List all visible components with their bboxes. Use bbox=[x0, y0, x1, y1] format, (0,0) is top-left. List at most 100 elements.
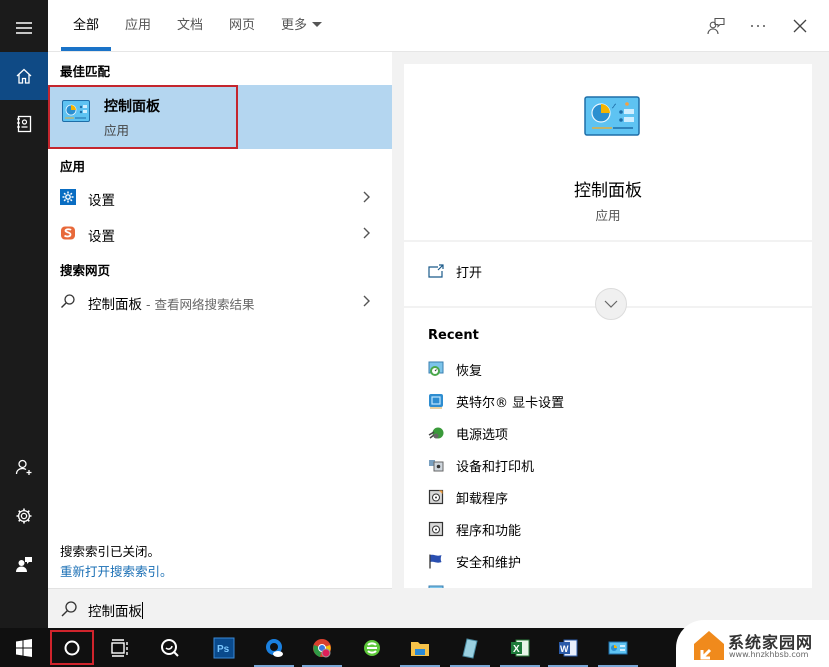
menu-button[interactable] bbox=[0, 4, 48, 52]
control-panel-icon bbox=[608, 641, 628, 654]
index-off-message: 搜索索引已关闭。 bbox=[60, 544, 161, 559]
control-panel-icon bbox=[428, 585, 444, 588]
gear-icon bbox=[16, 508, 32, 524]
qq-browser-icon bbox=[266, 638, 283, 657]
sogou-input-icon bbox=[61, 226, 75, 240]
highlight-box bbox=[48, 85, 238, 149]
intel-graphics-icon bbox=[429, 394, 443, 409]
search-app-icon bbox=[161, 638, 179, 657]
feedback-icon bbox=[707, 17, 725, 35]
uninstall-program-icon bbox=[428, 489, 444, 505]
taskbar-notepad[interactable] bbox=[446, 628, 494, 667]
house-logo-icon bbox=[694, 631, 724, 660]
search-icon bbox=[61, 294, 75, 308]
feedback-button[interactable] bbox=[0, 540, 48, 588]
app-result-settings[interactable]: 设置 bbox=[48, 180, 392, 216]
svg-text:X: X bbox=[513, 644, 520, 655]
apps-header: 应用 bbox=[60, 159, 86, 174]
close-button[interactable] bbox=[788, 14, 812, 38]
ie-browser-icon bbox=[364, 639, 380, 656]
web-search-header: 搜索网页 bbox=[60, 263, 111, 278]
feedback-top-button[interactable] bbox=[704, 14, 728, 38]
svg-text:Ps: Ps bbox=[217, 644, 230, 655]
cortana-search-icon bbox=[64, 640, 80, 655]
taskbar-ie-browser[interactable] bbox=[348, 628, 396, 667]
tab-more[interactable]: 更多 bbox=[281, 14, 323, 36]
taskbar-chrome[interactable] bbox=[298, 628, 346, 667]
word-icon: W bbox=[559, 639, 578, 656]
app-type: 应用 bbox=[595, 208, 621, 223]
settings-gear-icon bbox=[60, 189, 76, 205]
taskbar-excel[interactable]: X bbox=[496, 628, 544, 667]
more-options-icon bbox=[751, 25, 765, 27]
control-panel-icon bbox=[584, 96, 640, 136]
active-tab-indicator bbox=[61, 47, 111, 51]
tab-apps[interactable]: 应用 bbox=[125, 14, 151, 36]
web-result-item[interactable]: 控制面板 - 查看网络搜索结果 bbox=[48, 284, 392, 320]
chevron-right-icon[interactable] bbox=[362, 226, 372, 240]
add-account-button[interactable] bbox=[0, 443, 48, 491]
chrome-icon bbox=[313, 638, 331, 657]
detail-panel: 控制面板 应用 打开 Recent 恢复 英特尔® 显卡设置 电源选项 设备和打… bbox=[392, 52, 829, 628]
results-list: 最佳匹配 控制面板 应用 应用 设置 设置 搜索网页 控制面板 - 查看网络搜索… bbox=[48, 52, 392, 588]
chevron-down-icon bbox=[604, 300, 618, 308]
home-icon bbox=[16, 68, 32, 84]
app-result-label: 设置 bbox=[88, 193, 115, 209]
menu-icon bbox=[16, 22, 32, 34]
left-rail bbox=[0, 0, 48, 628]
watermark-url: www.hnzkhbsb.com bbox=[729, 650, 809, 659]
file-explorer-icon bbox=[411, 641, 429, 656]
chevron-right-icon[interactable] bbox=[362, 190, 372, 204]
app-result-sogou-settings[interactable]: 设置 bbox=[48, 216, 392, 252]
recent-card: Recent 恢复 英特尔® 显卡设置 电源选项 设备和打印机 卸载程序 程序和… bbox=[404, 308, 812, 588]
app-result-label: 设置 bbox=[88, 229, 115, 245]
programs-features-icon bbox=[428, 521, 444, 537]
svg-text:W: W bbox=[560, 644, 569, 654]
expand-button[interactable] bbox=[595, 288, 627, 320]
app-title: 控制面板 bbox=[574, 181, 642, 201]
devices-printers-icon bbox=[429, 460, 444, 472]
photoshop-icon: Ps bbox=[213, 637, 235, 658]
open-icon bbox=[428, 264, 444, 278]
task-view-icon bbox=[111, 638, 128, 657]
taskbar-control-panel[interactable] bbox=[594, 628, 642, 667]
reopen-index-link[interactable]: 重新打开搜索索引。 bbox=[60, 561, 173, 580]
security-maintenance-icon bbox=[429, 554, 442, 569]
search-box[interactable]: 控制面板 bbox=[48, 588, 392, 628]
chevron-right-icon[interactable] bbox=[362, 294, 372, 308]
tab-documents[interactable]: 文档 bbox=[177, 14, 203, 36]
add-user-icon bbox=[15, 459, 32, 475]
close-icon bbox=[793, 19, 807, 33]
start-button[interactable] bbox=[0, 628, 48, 667]
notepad-icon bbox=[462, 637, 478, 659]
power-options-icon bbox=[428, 427, 444, 439]
task-view-button[interactable] bbox=[96, 628, 144, 667]
site-watermark: 系统家园网 www.hnzkhbsb.com bbox=[676, 620, 829, 667]
taskbar-photoshop[interactable]: Ps bbox=[200, 628, 248, 667]
more-options-button[interactable] bbox=[746, 14, 770, 38]
web-result-label: 控制面板 - 查看网络搜索结果 bbox=[88, 297, 255, 313]
feedback-person-icon bbox=[16, 557, 32, 572]
windows-search-panel: 全部 应用 文档 网页 更多 最佳匹配 控制面板 应用 应用 设置 设置 搜索网… bbox=[0, 0, 829, 667]
app-preview-card: 控制面板 应用 bbox=[404, 64, 812, 240]
recent-header: Recent bbox=[428, 328, 479, 343]
tab-web[interactable]: 网页 bbox=[229, 14, 255, 36]
settings-button[interactable] bbox=[0, 492, 48, 540]
taskbar-file-explorer[interactable] bbox=[396, 628, 444, 667]
search-input[interactable]: 控制面板 bbox=[88, 600, 143, 620]
text-cursor bbox=[142, 602, 143, 619]
taskbar-qq-browser[interactable] bbox=[250, 628, 298, 667]
cortana-search-button[interactable] bbox=[48, 628, 96, 667]
search-icon bbox=[61, 601, 77, 617]
recovery-icon bbox=[428, 361, 444, 376]
filter-tab-bar: 全部 应用 文档 网页 更多 bbox=[48, 0, 829, 52]
notebook-button[interactable] bbox=[0, 100, 48, 148]
home-button[interactable] bbox=[0, 52, 48, 100]
excel-icon: X bbox=[511, 639, 530, 656]
notebook-icon bbox=[17, 115, 32, 133]
search-app-button[interactable] bbox=[146, 628, 194, 667]
start-windows-icon bbox=[16, 638, 32, 657]
chevron-down-icon bbox=[312, 22, 323, 27]
tab-all[interactable]: 全部 bbox=[73, 14, 99, 36]
taskbar-word[interactable]: W bbox=[544, 628, 592, 667]
